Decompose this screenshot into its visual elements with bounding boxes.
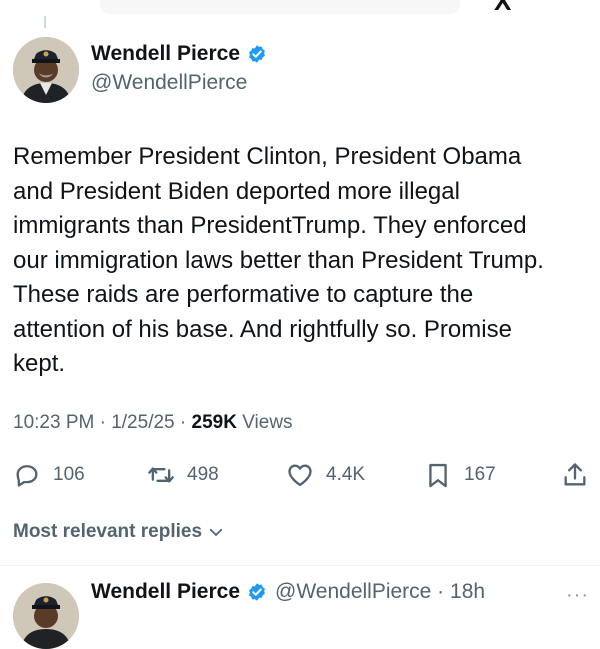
like-button[interactable]: 4.4K xyxy=(286,455,365,495)
share-button[interactable] xyxy=(561,455,589,495)
more-options-icon[interactable]: ··· xyxy=(566,584,589,607)
reply-header[interactable]: Wendell Pierce @WendellPierce · 18h xyxy=(91,580,485,604)
retweet-icon xyxy=(148,467,174,483)
replies-sort-toggle[interactable]: Most relevant replies xyxy=(13,521,225,543)
retweet-button[interactable]: 498 xyxy=(147,455,219,495)
bookmark-icon xyxy=(429,463,447,488)
reply-button[interactable]: 106 xyxy=(13,455,85,495)
chevron-down-icon xyxy=(209,528,223,536)
reply-author-avatar[interactable] xyxy=(13,583,79,649)
tweet-meta: 10:23 PM · 1/25/25 · 259K Views xyxy=(13,412,293,434)
retweet-count: 498 xyxy=(187,464,219,485)
tweet-text: Remember President Clinton, President Ob… xyxy=(13,143,544,377)
reply-author-name[interactable]: Wendell Pierce xyxy=(91,580,240,604)
back-indicator xyxy=(44,16,46,28)
author-name-row[interactable]: Wendell Pierce xyxy=(91,42,267,66)
like-count: 4.4K xyxy=(326,464,366,485)
author-handle[interactable]: @WendellPierce xyxy=(91,71,247,95)
like-icon xyxy=(288,464,312,487)
views-count: 259K xyxy=(191,412,237,433)
tweet-actions: 106 498 4.4K 167 xyxy=(0,455,600,495)
verified-badge-icon xyxy=(249,45,265,63)
search-bar-edge xyxy=(100,0,460,14)
section-divider xyxy=(0,565,600,566)
bookmark-count: 167 xyxy=(464,464,496,485)
views-label: Views xyxy=(236,412,293,433)
reply-author-meta[interactable]: @WendellPierce · 18h xyxy=(275,580,485,604)
top-bar: X xyxy=(0,0,600,28)
replies-sort-label: Most relevant replies xyxy=(13,521,203,542)
share-icon xyxy=(564,463,586,486)
author-name[interactable]: Wendell Pierce xyxy=(91,42,240,66)
reply-icon xyxy=(16,465,38,487)
verified-badge-icon xyxy=(249,583,265,601)
tweet-timestamp[interactable]: 10:23 PM · 1/25/25 · xyxy=(13,412,192,433)
x-logo[interactable]: X xyxy=(494,0,512,17)
bookmark-button[interactable]: 167 xyxy=(424,455,496,495)
author-avatar[interactable] xyxy=(13,37,79,103)
reply-count: 106 xyxy=(53,464,85,485)
